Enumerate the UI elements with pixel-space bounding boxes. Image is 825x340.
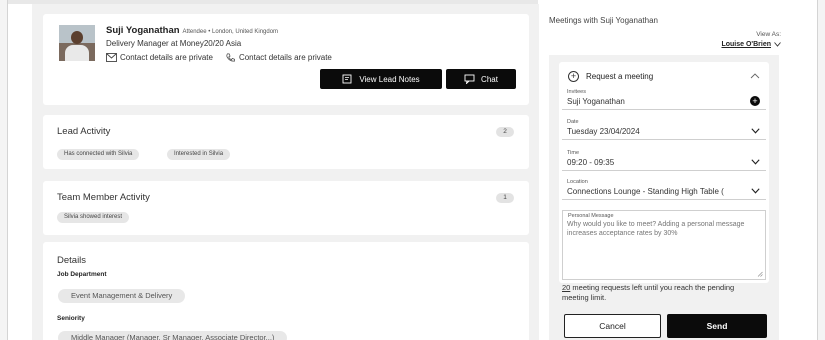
activity-chip: Has connected with Silvia (57, 149, 140, 160)
time-value: 09:20 - 09:35 (567, 158, 615, 167)
invitees-field[interactable]: Invitees Suji Yoganathan + (562, 86, 766, 110)
profile-card: Suji Yoganathan Attendee • London, United… (43, 14, 529, 105)
send-button[interactable]: Send (667, 314, 767, 338)
mail-icon (106, 53, 117, 62)
location-value: Connections Lounge - Standing High Table… (567, 187, 724, 196)
meetings-title: Meetings with Suji Yoganathan (549, 16, 658, 25)
attendee-role: Delivery Manager at Money20/20 Asia (106, 39, 242, 48)
time-label: Time (567, 150, 580, 156)
attendee-detail-column: Suji Yoganathan Attendee • London, United… (32, 4, 539, 340)
request-meeting-card: + Request a meeting Invitees Suji Yogana… (559, 62, 769, 283)
personal-message-field: Personal Message (562, 210, 766, 280)
avatar (59, 25, 95, 61)
attendee-name: Suji Yoganathan (106, 25, 180, 36)
job-department-label: Job Department (57, 271, 107, 278)
activity-chip: Interested in Silvia (167, 149, 231, 160)
attendee-name-line: Suji Yoganathan Attendee • London, United… (106, 25, 278, 36)
date-value: Tuesday 23/04/2024 (567, 127, 640, 136)
seniority-value: Middle Manager (Manager, Sr Manager, Ass… (58, 331, 288, 340)
view-as-selector[interactable]: Louise O'Brien (721, 41, 781, 48)
location-label: Location (567, 179, 588, 185)
request-meeting-label: Request a meeting (586, 72, 654, 81)
invitees-value: Suji Yoganathan (567, 97, 625, 106)
chat-button[interactable]: Chat (446, 69, 516, 89)
window-frame-right (817, 0, 825, 340)
team-activity-count: 1 (496, 193, 514, 203)
add-invitee-icon[interactable]: + (750, 96, 760, 106)
lead-activity-card: Lead Activity 2 Has connected with Silvi… (43, 115, 529, 169)
lead-activity-title: Lead Activity (57, 126, 111, 137)
add-circle-icon: + (568, 71, 579, 82)
date-select[interactable]: Date Tuesday 23/04/2024 (562, 116, 766, 140)
team-member-activity-card: Team Member Activity 1 Silvia showed int… (43, 181, 529, 235)
chevron-down-icon (751, 159, 760, 165)
job-department-value: Event Management & Delivery (58, 289, 186, 303)
details-card: Details Job Department Event Management … (43, 242, 529, 340)
meetings-panel: + Request a meeting Invitees Suji Yogana… (549, 55, 779, 340)
time-select[interactable]: Time 09:20 - 09:35 (562, 147, 766, 171)
location-select[interactable]: Location Connections Lounge - Standing H… (562, 176, 766, 200)
chevron-down-icon (774, 42, 781, 47)
phone-icon (226, 53, 235, 62)
activity-chip: Silvia showed interest (57, 212, 130, 223)
personal-message-input[interactable] (567, 220, 761, 272)
view-as-user: Louise O'Brien (721, 41, 771, 48)
invitees-label: Invitees (567, 89, 586, 95)
contact-phone-private: Contact details are private (238, 53, 332, 62)
lead-activity-count: 2 (496, 127, 514, 137)
contact-email-private: Contact details are private (120, 53, 213, 62)
chevron-down-icon (751, 128, 760, 134)
cancel-button[interactable]: Cancel (564, 314, 661, 338)
notes-icon (342, 74, 352, 84)
personal-message-label: Personal Message (568, 213, 614, 219)
details-title: Details (57, 255, 87, 266)
seniority-label: Seniority (57, 315, 85, 322)
view-lead-notes-button[interactable]: View Lead Notes (320, 69, 442, 89)
team-activity-title: Team Member Activity (57, 192, 150, 203)
meeting-limit-notice: 20 meeting requests left until you reach… (562, 283, 762, 303)
attendee-meta: Attendee • London, United Kingdom (182, 29, 279, 35)
date-label: Date (567, 119, 579, 125)
resize-grip-icon[interactable] (757, 271, 763, 277)
contact-details: Contact details are private Contact deta… (106, 53, 332, 62)
chevron-down-icon (751, 188, 760, 194)
view-as-label: View As: (756, 31, 781, 38)
chat-icon (464, 74, 475, 84)
chevron-up-icon[interactable] (750, 72, 760, 80)
remaining-text: meeting requests left until you reach th… (562, 283, 735, 302)
window-frame-left (0, 0, 8, 340)
request-meeting-header[interactable]: + Request a meeting (568, 71, 653, 82)
